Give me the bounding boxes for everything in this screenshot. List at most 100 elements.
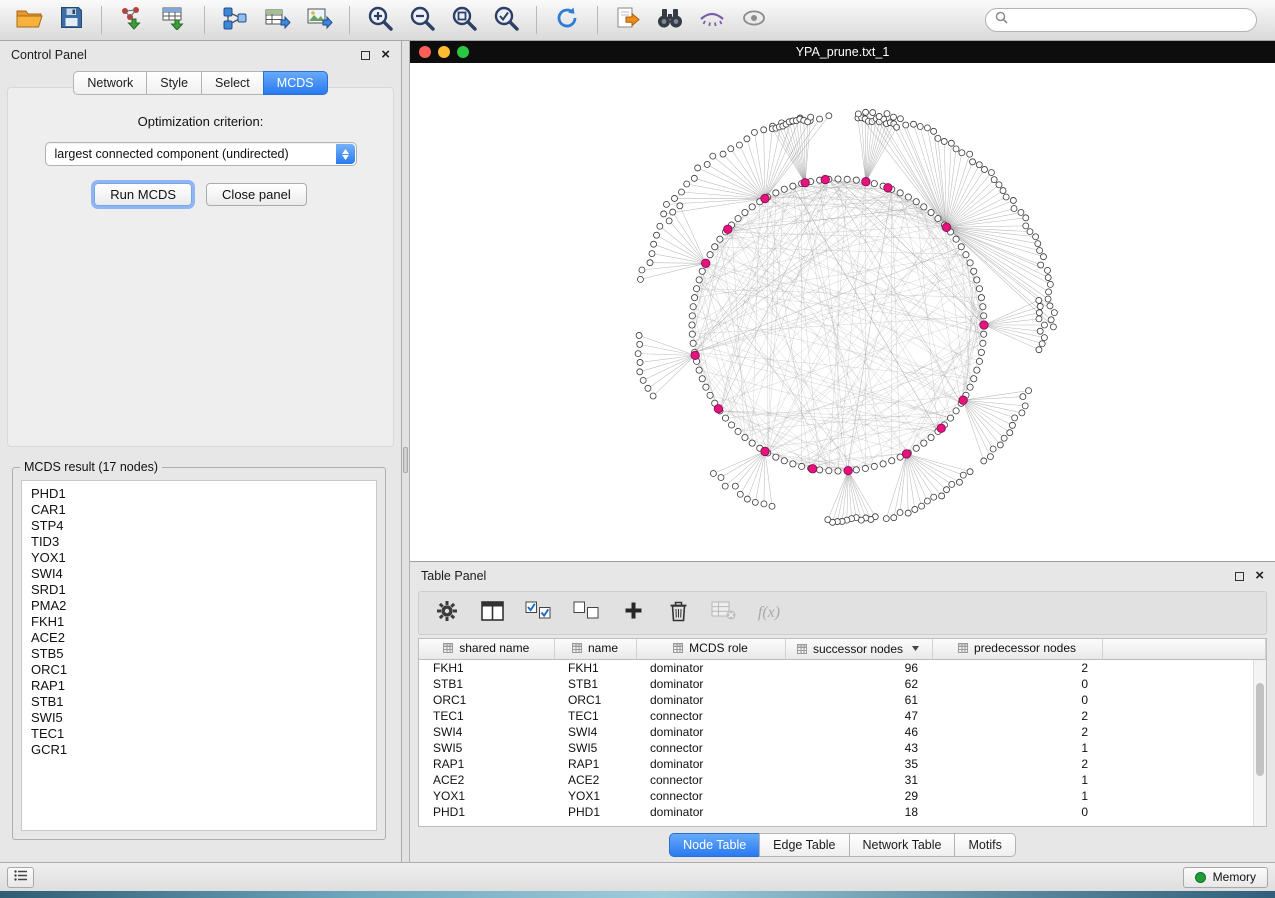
mcds-node-car1[interactable]: CAR1	[31, 502, 376, 518]
column-header-shared-name[interactable]: shared name	[419, 639, 554, 659]
cell[interactable]: STB1	[419, 676, 554, 692]
zoom-out-button[interactable]	[403, 3, 441, 37]
cell[interactable]: 2	[932, 659, 1102, 676]
cell[interactable]: ORC1	[419, 692, 554, 708]
tab-network[interactable]: Network	[73, 71, 146, 95]
cell[interactable]: SWI5	[554, 740, 636, 756]
cell[interactable]: 43	[785, 740, 932, 756]
cell[interactable]: dominator	[636, 692, 785, 708]
cell[interactable]: 18	[785, 804, 932, 820]
close-panel-button[interactable]: Close panel	[206, 183, 307, 206]
find-button[interactable]	[651, 3, 689, 37]
tab-select[interactable]: Select	[201, 71, 263, 95]
window-maximize-icon[interactable]	[457, 46, 469, 58]
network-canvas[interactable]	[410, 63, 1275, 561]
table-row-swi5[interactable]: SWI5SWI5connector431	[419, 740, 1266, 756]
cell[interactable]: dominator	[636, 676, 785, 692]
zoom-fit-button[interactable]	[445, 3, 483, 37]
cell[interactable]: 1	[932, 788, 1102, 804]
cell[interactable]: STB1	[554, 676, 636, 692]
cell[interactable]: 61	[785, 692, 932, 708]
cell[interactable]: 2	[932, 708, 1102, 724]
close-panel-icon[interactable]: ×	[381, 50, 390, 60]
float-table-panel-icon[interactable]	[1235, 572, 1244, 581]
tab-style[interactable]: Style	[146, 71, 201, 95]
mcds-node-gcr1[interactable]: GCR1	[31, 742, 376, 758]
mcds-node-ace2[interactable]: ACE2	[31, 630, 376, 646]
tab-mcds[interactable]: MCDS	[263, 71, 328, 95]
float-panel-icon[interactable]	[361, 51, 370, 60]
cell[interactable]: 31	[785, 772, 932, 788]
mcds-node-rap1[interactable]: RAP1	[31, 678, 376, 694]
deselect-all-button[interactable]	[573, 599, 600, 627]
cell[interactable]: 35	[785, 756, 932, 772]
cell[interactable]: dominator	[636, 724, 785, 740]
cell[interactable]: YOX1	[419, 788, 554, 804]
mcds-node-tid3[interactable]: TID3	[31, 534, 376, 550]
optimization-criterion-dropdown[interactable]: largest connected component (undirected)	[45, 142, 357, 166]
tab-motifs[interactable]: Motifs	[954, 833, 1015, 857]
cell[interactable]: 2	[932, 724, 1102, 740]
network-from-table-button[interactable]	[258, 3, 296, 37]
search-input[interactable]	[1014, 13, 1247, 27]
table-row-tec1[interactable]: TEC1TEC1connector472	[419, 708, 1266, 724]
mcds-node-stp4[interactable]: STP4	[31, 518, 376, 534]
cell[interactable]: 1	[932, 740, 1102, 756]
cell[interactable]: 62	[785, 676, 932, 692]
cell[interactable]: RAP1	[419, 756, 554, 772]
cell[interactable]: 1	[932, 772, 1102, 788]
cell[interactable]: 0	[932, 676, 1102, 692]
table-row-yox1[interactable]: YOX1YOX1connector291	[419, 788, 1266, 804]
cell[interactable]: 96	[785, 659, 932, 676]
cell[interactable]: 46	[785, 724, 932, 740]
tab-node-table[interactable]: Node Table	[669, 833, 759, 857]
save-session-button[interactable]	[52, 3, 90, 37]
cell[interactable]: FKH1	[554, 659, 636, 676]
mcds-node-pma2[interactable]: PMA2	[31, 598, 376, 614]
mcds-result-list[interactable]: PHD1CAR1STP4TID3YOX1SWI4SRD1PMA2FKH1ACE2…	[21, 480, 377, 831]
cell[interactable]: connector	[636, 772, 785, 788]
cell[interactable]: ACE2	[554, 772, 636, 788]
search-box[interactable]	[985, 8, 1257, 32]
cell[interactable]: ACE2	[419, 772, 554, 788]
network-window-titlebar[interactable]: YPA_prune.txt_1	[410, 41, 1275, 63]
cell[interactable]: 0	[932, 692, 1102, 708]
show-all-button[interactable]	[735, 3, 773, 37]
import-table-button[interactable]	[155, 3, 193, 37]
zoom-selected-button[interactable]	[487, 3, 525, 37]
cell[interactable]: SWI4	[554, 724, 636, 740]
run-mcds-button[interactable]: Run MCDS	[94, 183, 192, 206]
delete-column-button[interactable]	[666, 599, 690, 627]
cell[interactable]: connector	[636, 740, 785, 756]
mcds-node-tec1[interactable]: TEC1	[31, 726, 376, 742]
cell[interactable]: connector	[636, 708, 785, 724]
table-settings-button[interactable]	[435, 599, 459, 627]
show-columns-button[interactable]	[480, 599, 504, 627]
cell[interactable]: TEC1	[419, 708, 554, 724]
column-header-successor-nodes[interactable]: successor nodes	[785, 639, 932, 659]
clear-table-button[interactable]	[711, 599, 736, 627]
cell[interactable]: PHD1	[419, 804, 554, 820]
cell[interactable]: RAP1	[554, 756, 636, 772]
column-header-name[interactable]: name	[554, 639, 636, 659]
hide-selected-button[interactable]	[693, 3, 731, 37]
function-builder-button[interactable]: f(x)	[757, 599, 781, 627]
refresh-button[interactable]	[548, 3, 586, 37]
mcds-node-fkh1[interactable]: FKH1	[31, 614, 376, 630]
split-pane-handle[interactable]	[403, 447, 408, 473]
mcds-node-swi4[interactable]: SWI4	[31, 566, 376, 582]
table-row-phd1[interactable]: PHD1PHD1dominator180	[419, 804, 1266, 820]
table-row-stb1[interactable]: STB1STB1dominator620	[419, 676, 1266, 692]
cell[interactable]: PHD1	[554, 804, 636, 820]
tab-edge-table[interactable]: Edge Table	[759, 833, 848, 857]
cell[interactable]: SWI5	[419, 740, 554, 756]
mcds-node-stb1[interactable]: STB1	[31, 694, 376, 710]
mcds-node-orc1[interactable]: ORC1	[31, 662, 376, 678]
cell[interactable]: ORC1	[554, 692, 636, 708]
table-row-ace2[interactable]: ACE2ACE2connector311	[419, 772, 1266, 788]
cell[interactable]: TEC1	[554, 708, 636, 724]
cell[interactable]: SWI4	[419, 724, 554, 740]
column-header-predecessor-nodes[interactable]: predecessor nodes	[932, 639, 1102, 659]
close-table-panel-icon[interactable]: ×	[1255, 571, 1264, 581]
mcds-node-yox1[interactable]: YOX1	[31, 550, 376, 566]
